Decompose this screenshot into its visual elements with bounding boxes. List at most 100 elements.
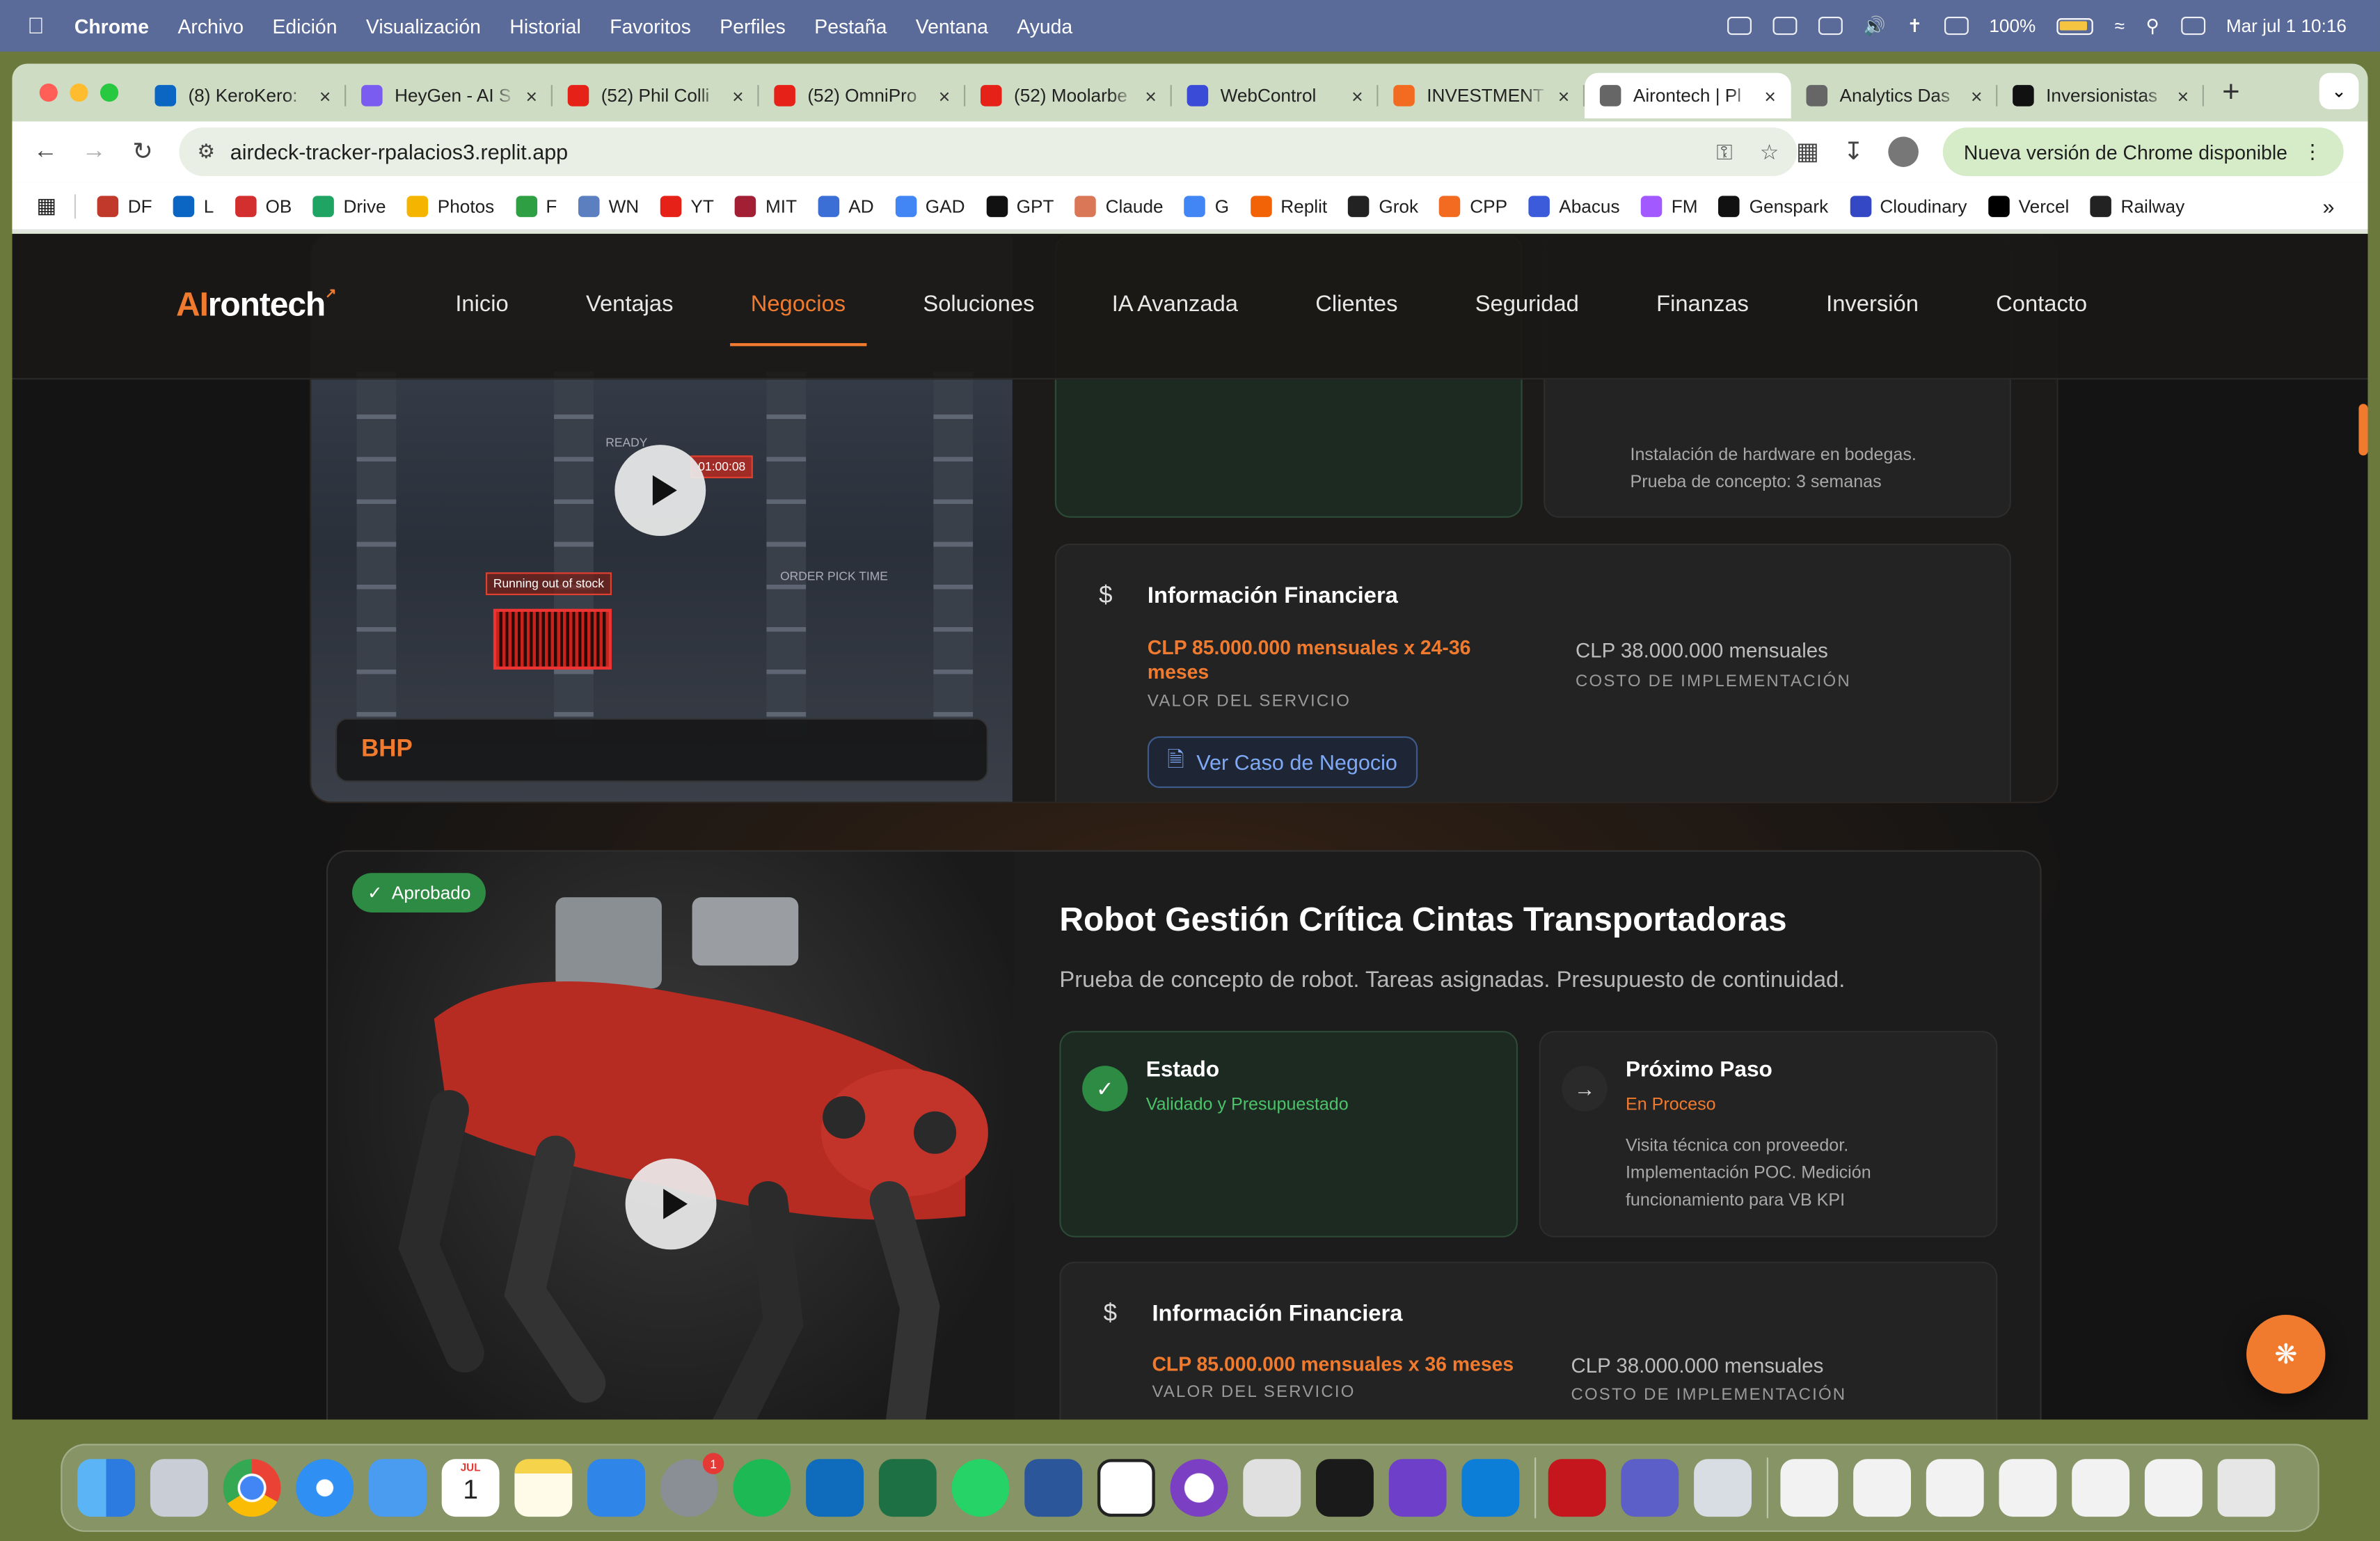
- browser-tab[interactable]: Analytics Das ×: [1791, 73, 1998, 118]
- menu-app-name[interactable]: Chrome: [74, 15, 149, 38]
- trash-icon[interactable]: [2217, 1459, 2276, 1517]
- excel-icon[interactable]: [878, 1459, 937, 1517]
- view-business-case-button[interactable]: 🗎 Ver Caso de Negocio: [1147, 736, 1418, 789]
- bookmark-item[interactable]: Abacus: [1528, 195, 1620, 216]
- bookmark-item[interactable]: Replit: [1250, 195, 1327, 216]
- zoom-window-button[interactable]: [100, 83, 119, 102]
- recent-document-icon[interactable]: [1926, 1459, 1984, 1517]
- tab-close-icon[interactable]: ×: [1351, 84, 1363, 107]
- browser-tab[interactable]: INVESTMENT ×: [1378, 73, 1585, 118]
- extensions-icon[interactable]: ▦: [1796, 136, 1819, 167]
- wifi-icon[interactable]: ≈: [2115, 15, 2125, 37]
- menu-visualizacion[interactable]: Visualización: [366, 15, 481, 38]
- bookmark-item[interactable]: GAD: [895, 195, 965, 216]
- github-icon[interactable]: [1388, 1459, 1447, 1517]
- bookmark-item[interactable]: Drive: [312, 195, 386, 216]
- browser-tab[interactable]: (52) OmniPro ×: [759, 73, 966, 118]
- menu-perfiles[interactable]: Perfiles: [720, 15, 786, 38]
- script-icon[interactable]: [1817, 16, 1842, 35]
- reload-icon[interactable]: ↻: [127, 136, 158, 167]
- tab-close-icon[interactable]: ×: [319, 84, 331, 107]
- menu-ventana[interactable]: Ventana: [916, 15, 988, 38]
- screen-recorder-icon[interactable]: [1170, 1459, 1228, 1517]
- launchpad-icon[interactable]: [150, 1459, 208, 1517]
- nav-contacto[interactable]: Contacto: [1996, 292, 2087, 317]
- system-settings-icon[interactable]: 1: [660, 1453, 724, 1517]
- back-icon[interactable]: ←: [31, 138, 61, 165]
- password-key-icon[interactable]: ⚿: [1716, 139, 1732, 165]
- menu-edicion[interactable]: Edición: [272, 15, 337, 38]
- chrome-update-button[interactable]: Nueva versión de Chrome disponible ⋮: [1942, 127, 2344, 177]
- new-tab-button[interactable]: +: [2222, 75, 2239, 110]
- spotlight-icon[interactable]: ⚲: [2146, 15, 2159, 37]
- tab-close-icon[interactable]: ×: [732, 84, 744, 107]
- menubar-datetime[interactable]: Mar jul 1 10:16: [2226, 15, 2347, 37]
- tab-close-icon[interactable]: ×: [939, 84, 951, 107]
- bookmark-item[interactable]: Railway: [2090, 195, 2184, 216]
- outlook-icon[interactable]: [806, 1459, 864, 1517]
- url-text[interactable]: airdeck-tracker-rpalacios3.replit.app: [230, 140, 568, 164]
- tab-close-icon[interactable]: ×: [1145, 84, 1157, 107]
- site-logo[interactable]: AIrontech↗: [176, 285, 337, 325]
- forward-icon[interactable]: →: [79, 138, 109, 165]
- play-icon[interactable]: [625, 1158, 717, 1250]
- browser-tab[interactable]: Inversionistas ×: [1997, 73, 2204, 118]
- bookmark-item[interactable]: AD: [818, 195, 874, 216]
- control-center-icon[interactable]: [2180, 16, 2205, 35]
- site-info-icon[interactable]: ⚙: [198, 140, 215, 164]
- nav-clientes[interactable]: Clientes: [1315, 292, 1397, 317]
- spotify-icon[interactable]: [733, 1459, 791, 1517]
- browser-tab[interactable]: (52) Phil Colli ×: [553, 73, 759, 118]
- bookmark-item[interactable]: Cloudinary: [1849, 195, 1967, 216]
- tab-close-icon[interactable]: ×: [1764, 84, 1776, 107]
- screen-share-icon[interactable]: [1727, 16, 1751, 35]
- notes-icon[interactable]: [514, 1459, 573, 1517]
- menu-archivo[interactable]: Archivo: [177, 15, 244, 38]
- menu-ayuda[interactable]: Ayuda: [1017, 15, 1072, 38]
- tab-close-icon[interactable]: ×: [526, 84, 538, 107]
- bookmark-item[interactable]: FM: [1641, 195, 1698, 216]
- recent-document-icon[interactable]: [2072, 1459, 2130, 1517]
- replit-icon[interactable]: [1316, 1459, 1374, 1517]
- robot-video-thumbnail[interactable]: ✓ Aprobado: [328, 851, 1014, 1420]
- bookmark-item[interactable]: L: [173, 195, 214, 216]
- tab-close-icon[interactable]: ×: [2177, 84, 2189, 107]
- finder-icon[interactable]: [77, 1459, 136, 1517]
- bookmark-item[interactable]: GPT: [986, 195, 1054, 216]
- bookmark-item[interactable]: DF: [97, 195, 152, 216]
- kebab-menu-icon[interactable]: ⋮: [2303, 140, 2322, 164]
- bookmark-item[interactable]: Claude: [1075, 195, 1164, 216]
- iphone-mirroring-icon[interactable]: [1243, 1459, 1301, 1517]
- close-window-button[interactable]: [39, 83, 58, 102]
- nav-seguridad[interactable]: Seguridad: [1475, 292, 1579, 317]
- menu-historial[interactable]: Historial: [509, 15, 580, 38]
- word-icon[interactable]: [1024, 1459, 1083, 1517]
- nav-inversion[interactable]: Inversión: [1826, 292, 1919, 317]
- teams-icon[interactable]: [1621, 1459, 1679, 1517]
- bookmark-star-icon[interactable]: ☆: [1760, 139, 1779, 165]
- bookmark-item[interactable]: YT: [660, 195, 714, 216]
- mail-icon[interactable]: [369, 1459, 427, 1517]
- profile-avatar[interactable]: [1887, 136, 1919, 167]
- download-icon[interactable]: ↧: [1843, 136, 1864, 167]
- calendar-31-icon[interactable]: [1097, 1459, 1155, 1517]
- bookmark-item[interactable]: MIT: [735, 195, 797, 216]
- battery-icon[interactable]: [2056, 17, 2094, 35]
- vscode-icon[interactable]: [1461, 1459, 1520, 1517]
- nav-ventajas[interactable]: Ventajas: [586, 292, 674, 317]
- apps-grid-icon[interactable]: ▦: [36, 193, 56, 219]
- bookmark-item[interactable]: Photos: [407, 195, 494, 216]
- menu-favoritos[interactable]: Favoritos: [610, 15, 691, 38]
- recent-document-icon[interactable]: [1999, 1459, 2057, 1517]
- nav-negocios[interactable]: Negocios: [729, 292, 866, 347]
- browser-tab[interactable]: WebControl ×: [1172, 73, 1379, 118]
- preview-icon[interactable]: [1694, 1459, 1752, 1517]
- bookmark-item[interactable]: WN: [578, 195, 639, 216]
- nav-soluciones[interactable]: Soluciones: [923, 292, 1034, 317]
- browser-tab[interactable]: (52) Moolarbe ×: [965, 73, 1172, 118]
- address-bar[interactable]: ⚙ airdeck-tracker-rpalacios3.replit.app …: [179, 127, 1798, 177]
- nav-finanzas[interactable]: Finanzas: [1656, 292, 1749, 317]
- tab-search-button[interactable]: ⌄: [2319, 72, 2359, 110]
- nav-ia-avanzada[interactable]: IA Avanzada: [1112, 292, 1238, 317]
- menu-pestana[interactable]: Pestaña: [814, 15, 887, 38]
